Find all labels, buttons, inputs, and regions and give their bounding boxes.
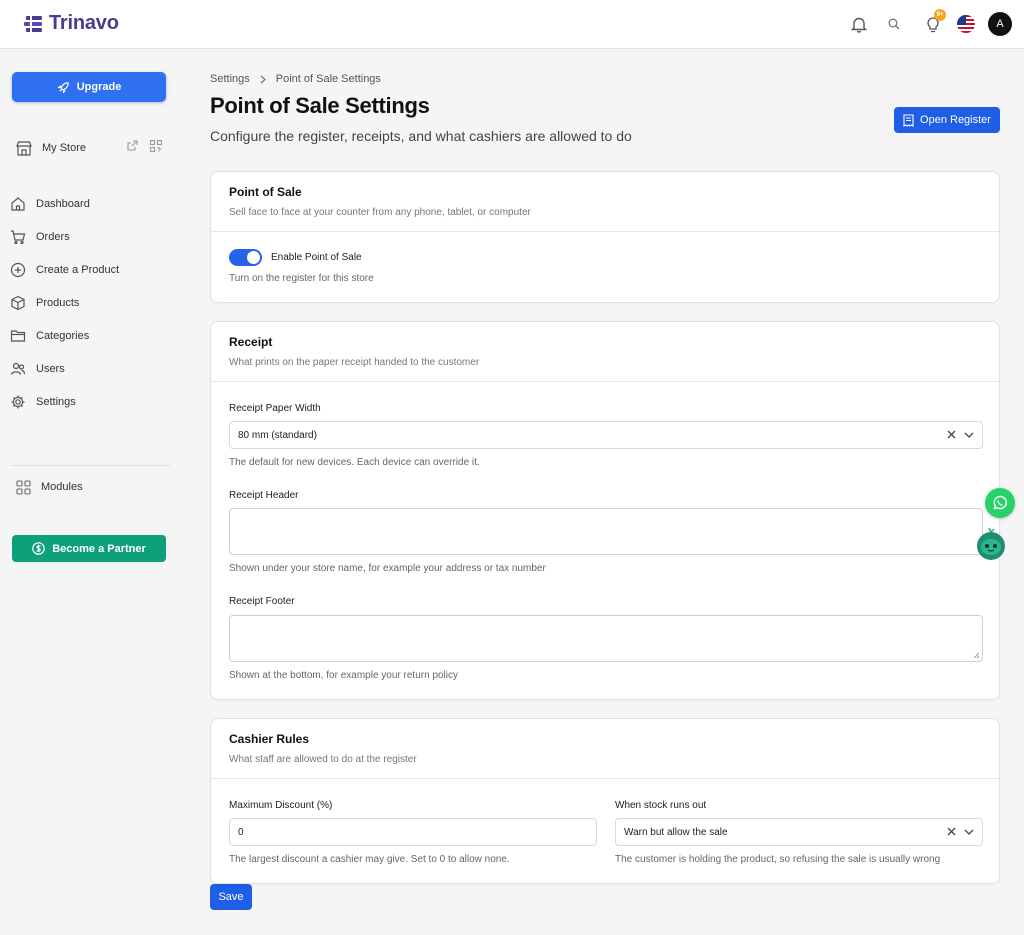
card-title: Cashier Rules <box>229 732 310 746</box>
sidebar-item-label: Create a Product <box>36 264 120 276</box>
search-icon[interactable] <box>884 14 904 34</box>
store-selector[interactable]: My Store <box>16 139 166 157</box>
paper-width-label: Receipt Paper Width <box>229 403 321 414</box>
sidebar-item-label: Dashboard <box>36 198 90 210</box>
sidebar-item-dashboard[interactable]: Dashboard <box>10 194 170 214</box>
receipt-footer-label: Receipt Footer <box>229 596 295 607</box>
receipt-header-label: Receipt Header <box>229 490 299 501</box>
store-icon <box>16 140 32 156</box>
upgrade-button[interactable]: Upgrade <box>12 72 166 102</box>
paper-width-help: The default for new devices. Each device… <box>229 457 480 468</box>
chevron-right-icon <box>260 75 266 83</box>
clear-icon[interactable] <box>947 827 956 836</box>
breadcrumb: Settings Point of Sale Settings <box>210 73 381 85</box>
sidebar-item-label: Users <box>36 363 65 375</box>
dollar-circle-icon <box>32 542 46 555</box>
notification-badge: 9+ <box>934 9 946 21</box>
resize-grip-icon[interactable] <box>973 652 980 659</box>
card-title: Receipt <box>229 335 273 349</box>
card-description: What prints on the paper receipt handed … <box>229 357 480 368</box>
sidebar-item-label: Modules <box>41 481 83 493</box>
card-description: Sell face to face at your counter from a… <box>229 207 531 218</box>
us-flag-icon[interactable] <box>956 14 976 34</box>
breadcrumb-item-current: Point of Sale Settings <box>275 73 381 85</box>
point-of-sale-card: Point of Sale Sell face to face at your … <box>210 171 1000 303</box>
card-description: What staff are allowed to do at the regi… <box>229 754 417 765</box>
box-icon <box>11 295 25 311</box>
sidebar-item-modules[interactable]: Modules <box>16 477 176 497</box>
folder-icon <box>10 330 26 342</box>
sidebar-item-settings[interactable]: Settings <box>10 392 170 412</box>
receipt-card: Receipt What prints on the paper receipt… <box>210 321 1000 700</box>
cashier-rules-card: Cashier Rules What staff are allowed to … <box>210 718 1000 884</box>
enable-pos-toggle[interactable] <box>229 249 262 266</box>
home-icon <box>11 197 25 211</box>
gear-icon <box>11 395 25 409</box>
chat-bot-button[interactable] <box>976 528 1006 560</box>
sidebar-item-label: Products <box>36 297 80 309</box>
sidebar-item-products[interactable]: Products <box>10 293 170 313</box>
top-bar: Trinavo 9+ A <box>0 0 1024 49</box>
sidebar-item-label: Orders <box>36 231 70 243</box>
paper-width-select[interactable]: 80 mm (standard) <box>229 421 983 449</box>
grid-icon <box>16 479 31 495</box>
plus-circle-icon <box>10 262 26 278</box>
breadcrumb-item-settings[interactable]: Settings <box>210 73 250 85</box>
chevron-down-icon[interactable] <box>964 829 974 835</box>
stock-runs-out-value: Warn but allow the sale <box>624 826 728 838</box>
sidebar-item-users[interactable]: Users <box>10 359 170 379</box>
receipt-header-help: Shown under your store name, for example… <box>229 563 546 574</box>
bell-icon[interactable] <box>849 14 869 34</box>
logo[interactable]: Trinavo <box>24 12 119 35</box>
receipt-footer-textarea[interactable] <box>229 615 983 662</box>
app-name: Trinavo <box>49 12 119 34</box>
sidebar-item-orders[interactable]: Orders <box>10 227 170 247</box>
receipt-icon <box>903 113 914 127</box>
sidebar-item-label: Categories <box>36 330 90 342</box>
receipt-header-textarea[interactable] <box>229 508 983 555</box>
qr-code-icon[interactable] <box>150 140 162 152</box>
max-discount-label: Maximum Discount (%) <box>229 800 333 811</box>
partner-label: Become a Partner <box>52 542 146 555</box>
open-register-button[interactable]: Open Register <box>894 107 1000 133</box>
upgrade-label: Upgrade <box>76 81 122 93</box>
external-link-icon[interactable] <box>127 140 138 151</box>
chevron-down-icon[interactable] <box>964 432 974 438</box>
cart-icon <box>11 230 26 245</box>
stock-runs-out-select[interactable]: Warn but allow the sale <box>615 818 983 846</box>
sidebar-divider <box>10 465 170 466</box>
avatar[interactable]: A <box>988 12 1012 36</box>
save-button[interactable]: Save <box>210 884 252 910</box>
sidebar: Upgrade My Store Dashboard Orders Create… <box>0 49 180 935</box>
toggle-help: Turn on the register for this store <box>229 273 374 284</box>
users-icon <box>10 362 26 375</box>
toggle-label: Enable Point of Sale <box>271 252 362 263</box>
card-title: Point of Sale <box>229 185 302 199</box>
page-subtitle: Configure the register, receipts, and wh… <box>210 128 632 144</box>
stock-runs-out-label: When stock runs out <box>615 800 707 811</box>
page-title: Point of Sale Settings <box>210 93 430 118</box>
stock-runs-out-help: The customer is holding the product, so … <box>615 854 941 865</box>
trinavo-logo-icon <box>24 15 42 32</box>
max-discount-input[interactable]: 0 <box>229 818 597 846</box>
open-register-label: Open Register <box>920 114 991 126</box>
clear-icon[interactable] <box>947 430 956 439</box>
sidebar-item-label: Settings <box>36 396 76 408</box>
bot-icon <box>977 528 1005 560</box>
sidebar-item-categories[interactable]: Categories <box>10 326 170 346</box>
max-discount-help: The largest discount a cashier may give.… <box>229 854 510 865</box>
receipt-footer-help: Shown at the bottom, for example your re… <box>229 670 459 681</box>
become-partner-button[interactable]: Become a Partner <box>12 535 166 562</box>
whatsapp-icon <box>993 495 1008 510</box>
max-discount-value: 0 <box>238 826 244 838</box>
store-label: My Store <box>42 142 87 154</box>
whatsapp-chat-button[interactable] <box>985 488 1015 518</box>
lightbulb-icon[interactable]: 9+ <box>923 9 946 34</box>
sidebar-item-create-product[interactable]: Create a Product <box>10 260 170 280</box>
paper-width-value: 80 mm (standard) <box>238 429 317 441</box>
rocket-icon <box>57 81 69 94</box>
